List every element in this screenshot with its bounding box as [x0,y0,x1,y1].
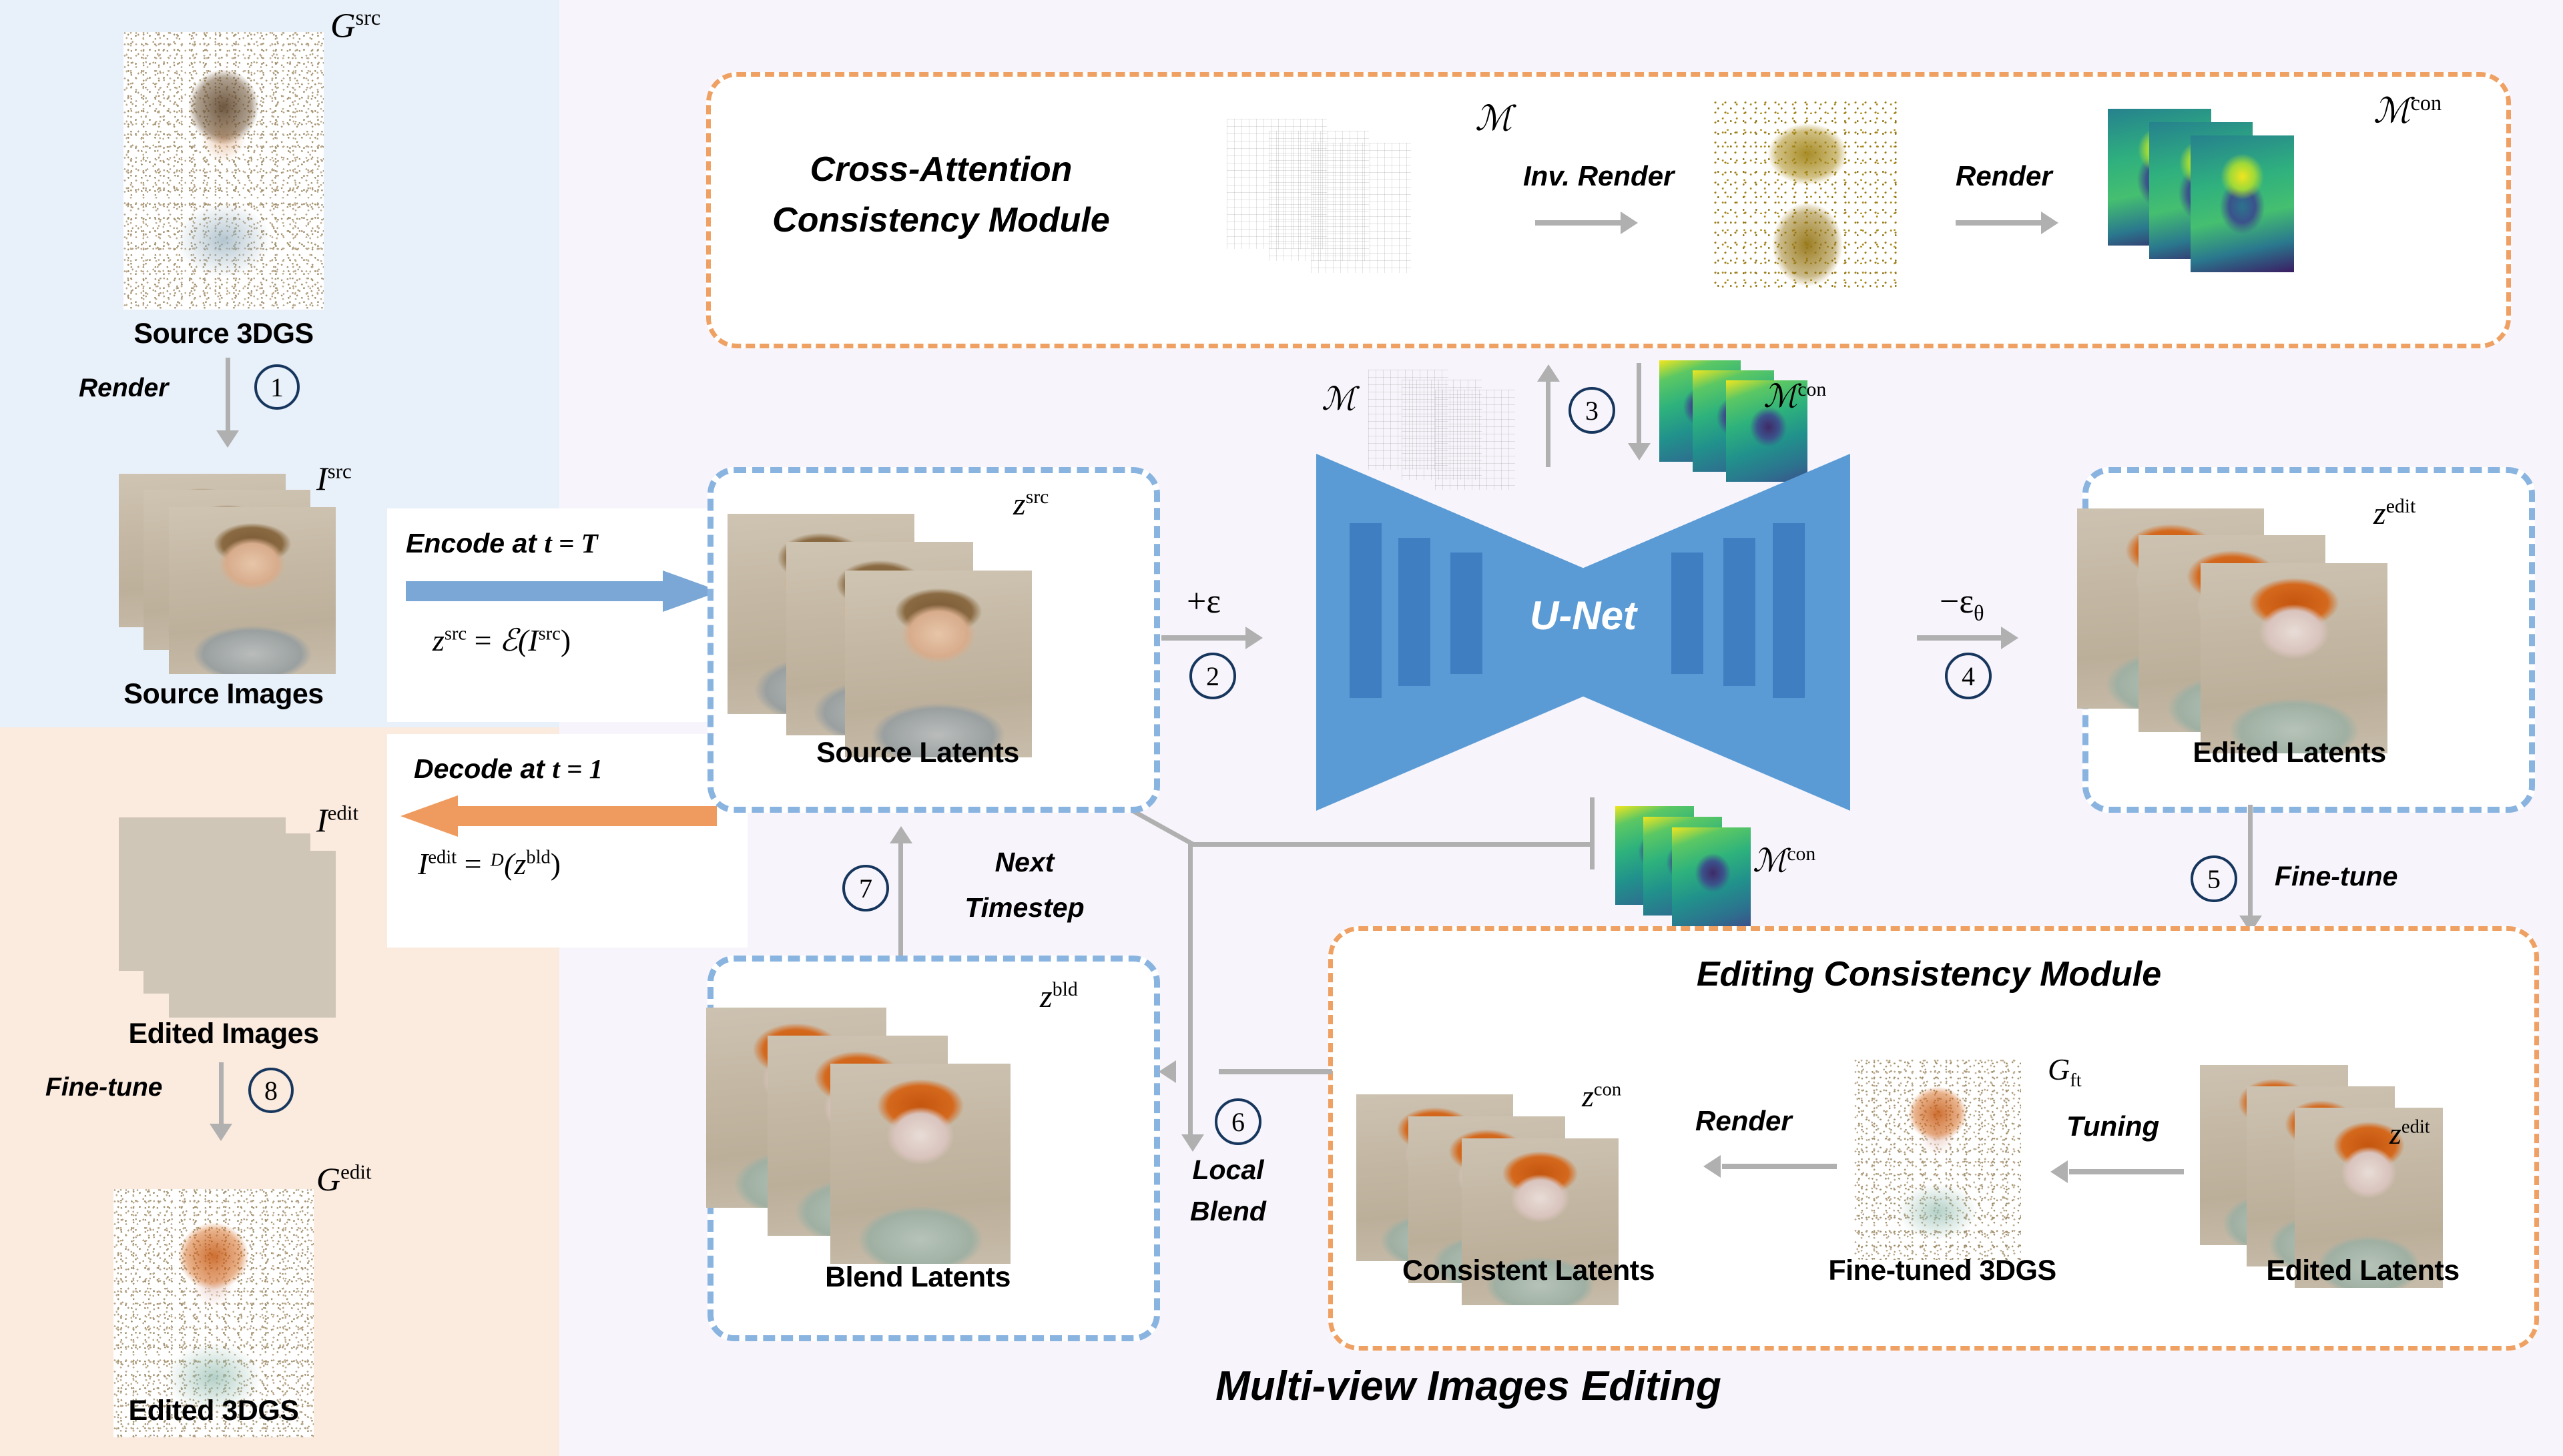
decode-arrow [400,795,721,837]
render-arrow-head-module [1703,1155,1721,1178]
unet-block: U-Net [1316,454,1850,811]
unet-to-blend-connector-horizontal [1188,842,1594,847]
step-circle-6: 6 [1215,1098,1261,1145]
finetuned-3dgs-caption: Fine-tuned 3DGS [1828,1254,2056,1287]
edited-latents-caption-right: Edited Latents [2193,737,2386,769]
unet-attention-in-symbol: ℳ [1322,382,1356,417]
source-latents-caption: Source Latents [816,737,1019,769]
inverse-rendered-pointcloud [1714,101,1901,290]
decode-formula: Iedit = ᴰ(zbld) [418,847,561,881]
unet-bottom-line [1590,797,1595,869]
edited-images-symbol: Iedit [316,801,359,839]
cross-attention-module-title: Cross-Attention Consistency Module [772,150,1110,240]
edited-3dgs-caption: Edited 3DGS [128,1395,299,1427]
edited-3dgs-symbol: Gedit [316,1160,372,1198]
step-circle-8: 8 [248,1068,294,1113]
unet-label: U-Net [1530,593,1637,638]
inv-render-arrow-line [1535,220,1622,226]
render-step-label: Render [79,374,169,402]
edited-latents-caption-module: Edited Latents [2266,1254,2460,1287]
render-label-top: Render [1956,160,2052,192]
render-label-module: Render [1695,1105,1792,1136]
source-latents-stack [728,514,1115,757]
pred-noise-arrow-head [2001,627,2018,649]
source-images-stack [119,474,339,674]
source-images-symbol: Isrc [316,459,352,497]
tuning-label: Tuning [2066,1110,2160,1142]
encode-arrow [406,571,720,612]
render-arrow-line-top [1956,220,2042,226]
source-images-caption: Source Images [123,678,324,710]
source-3dgs-image [123,32,324,310]
edited-images-caption: Edited Images [128,1018,319,1050]
unet-attention-con-symbol: ℳcon [1763,378,1827,414]
finetune-module-arrow-line [2248,805,2253,925]
step-circle-5: 5 [2191,855,2237,902]
blend-latents-symbol: zbld [1040,978,1078,1014]
local-blend-arrow-head [1159,1060,1176,1083]
attention-maps-symbol: ℳ [1475,100,1512,138]
finetune-arrow-head [210,1124,232,1141]
consistent-latents-caption: Consistent Latents [1402,1254,1655,1287]
tuning-arrow-head [2050,1160,2068,1183]
local-blend-arrow-line [1219,1069,1332,1074]
attention-maps-stack [1227,119,1460,273]
add-noise-label: +ε [1187,583,1221,621]
attention-out-arrow-head [1537,364,1560,382]
source-latents-symbol: zsrc [1013,486,1049,522]
inv-render-label: Inv. Render [1523,160,1675,192]
editing-consistency-module-title: Editing Consistency Module [1696,955,2162,994]
edited-latents-symbol-module: zedit [2389,1116,2430,1150]
attention-in-arrow-line [1637,363,1641,450]
pred-noise-arrow-line [1917,635,2004,641]
finetuned-3dgs-symbol: Gft [2048,1052,2082,1092]
pred-noise-label: −εθ [1940,583,1984,625]
source-3dgs-symbol: Gsrc [330,5,381,45]
render-arrow-line [226,358,230,436]
unet-to-blend-connector-vertical [1188,842,1193,1141]
source-3dgs-caption: Source 3DGS [133,318,314,350]
add-noise-arrow-line [1161,635,1248,641]
next-timestep-arrow-head [890,826,912,843]
main-panel-title: Multi-view Images Editing [1215,1363,1721,1409]
step-circle-1: 1 [254,364,300,410]
step-circle-3: 3 [1569,387,1615,434]
render-arrow-line-module [1722,1164,1837,1169]
finetuned-3dgs-image [1854,1060,2041,1266]
add-noise-arrow-head [1245,627,1263,649]
edited-latents-stack-right [2077,508,2471,753]
edited-images-stack [119,817,339,1018]
finetune-step-label: Fine-tune [45,1073,163,1102]
next-timestep-arrow-line [898,842,903,956]
edited-latents-symbol-right: zedit [2373,495,2416,531]
inv-render-arrow-head [1621,212,1638,234]
encode-title: Encode at t = T [406,528,598,559]
consistent-attention-maps-symbol: ℳcon [2373,91,2442,131]
encode-formula: zsrc = ℰ(Isrc) [433,623,571,657]
step-circle-4: 4 [1945,653,1992,699]
render-arrow-head [216,430,239,448]
step-circle-7: 7 [842,865,889,912]
finetune-module-label: Fine-tune [2275,861,2398,891]
decode-title: Decode at t = 1 [414,753,603,784]
consistent-attention-maps-stack [2108,109,2361,282]
blend-latents-caption: Blend Latents [825,1261,1011,1293]
tuning-arrow-line [2069,1169,2184,1174]
next-timestep-label: Next Timestep [964,847,1085,923]
consistent-latents-symbol: zcon [1582,1079,1622,1113]
finetune-arrow-line [219,1062,224,1129]
blend-latents-stack [706,1008,1093,1264]
unet-attention-bottom-symbol: ℳcon [1753,843,1816,879]
render-arrow-head-top [2041,212,2058,234]
step-circle-2: 2 [1189,653,1236,699]
local-blend-label: Local Blend [1190,1154,1266,1226]
